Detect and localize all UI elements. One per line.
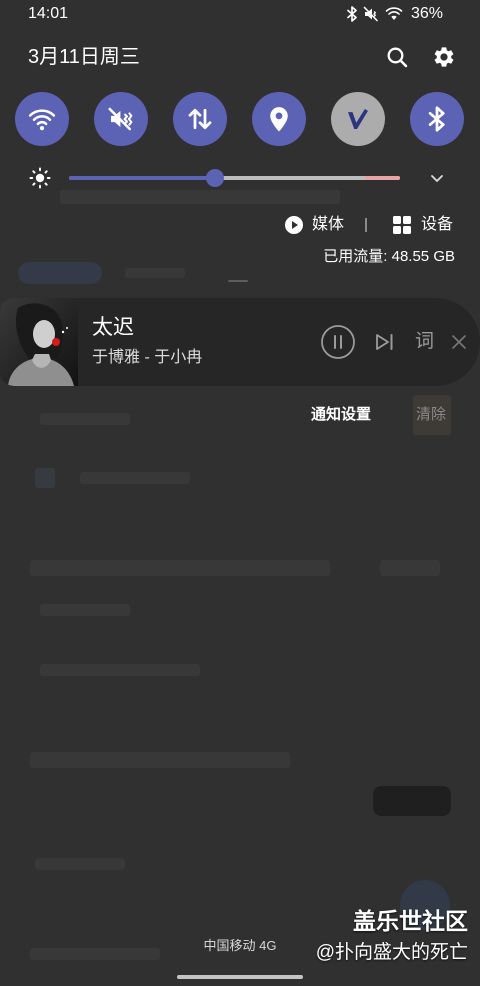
track-artist: 于博雅 - 于小冉 <box>92 349 203 366</box>
background-blur-block <box>228 280 248 282</box>
bluetooth-icon <box>347 6 357 22</box>
media-notification-card[interactable]: 太迟 于博雅 - 于小冉 词 <box>0 298 480 386</box>
background-blur-block <box>125 268 185 278</box>
brightness-fill <box>69 176 215 180</box>
chevron-down-icon[interactable] <box>427 168 447 188</box>
media-output-button[interactable]: 媒体 <box>284 213 344 237</box>
battery-level: 36% <box>411 5 444 22</box>
tile-mobile-data[interactable] <box>173 92 227 146</box>
home-gesture-bar[interactable] <box>177 975 303 979</box>
background-blur-block <box>30 752 290 768</box>
background-blur-block <box>18 262 102 284</box>
gear-icon[interactable] <box>432 45 456 69</box>
divider <box>365 218 367 232</box>
wifi-icon <box>385 7 403 20</box>
background-blur-block <box>80 472 190 484</box>
mute-icon <box>108 107 133 131</box>
track-title: 太迟 <box>92 316 134 339</box>
background-blur-block <box>40 604 130 616</box>
tile-location[interactable] <box>252 92 306 146</box>
watermark-title: 盖乐世社区 <box>353 908 468 934</box>
watermark-user: @扑向盛大的死亡 <box>315 942 468 963</box>
status-bar: 14:01 36% <box>0 0 480 30</box>
background-blur-block <box>60 190 340 204</box>
background-blur-block <box>380 560 440 576</box>
brightness-thumb[interactable] <box>205 169 224 187</box>
background-blur-block <box>373 786 451 816</box>
background-blur-block <box>35 858 125 870</box>
mobile-data-icon <box>188 108 212 130</box>
devices-label: 设备 <box>421 216 454 233</box>
bluetooth-icon <box>428 106 445 132</box>
close-icon[interactable] <box>451 334 467 350</box>
data-usage-label: 已用流量: 48.55 GB <box>323 248 455 265</box>
brightness-extra-range <box>365 176 400 180</box>
lyrics-button[interactable]: 词 <box>415 329 434 355</box>
tile-sound-mode[interactable] <box>94 92 148 146</box>
notification-settings-button[interactable]: 通知设置 <box>311 405 371 425</box>
background-app-content <box>0 0 480 986</box>
tile-bluetooth[interactable] <box>410 92 464 146</box>
search-icon[interactable] <box>385 45 409 69</box>
wifi-icon <box>28 109 56 131</box>
play-circle-icon <box>285 216 303 234</box>
v-logo-icon <box>348 109 368 129</box>
devices-button[interactable]: 设备 <box>392 213 453 237</box>
devices-grid-icon <box>393 216 411 234</box>
media-label: 媒体 <box>312 216 345 233</box>
mute-icon <box>363 6 378 22</box>
sun-icon <box>29 167 51 189</box>
location-icon <box>270 107 288 132</box>
pause-icon[interactable] <box>320 324 356 360</box>
tile-v-app[interactable] <box>331 92 385 146</box>
background-blur-block <box>35 468 55 488</box>
date-label: 3月11日周三 <box>28 46 140 68</box>
background-blur-block <box>40 664 200 676</box>
tile-wifi[interactable] <box>15 92 69 146</box>
album-art <box>0 298 78 386</box>
background-blur-block <box>30 560 330 576</box>
clock: 14:01 <box>28 5 69 22</box>
clear-button[interactable]: 清除 <box>416 405 446 425</box>
brightness-track[interactable] <box>69 169 400 187</box>
skip-next-icon[interactable] <box>372 330 396 354</box>
background-blur-block <box>40 413 130 425</box>
